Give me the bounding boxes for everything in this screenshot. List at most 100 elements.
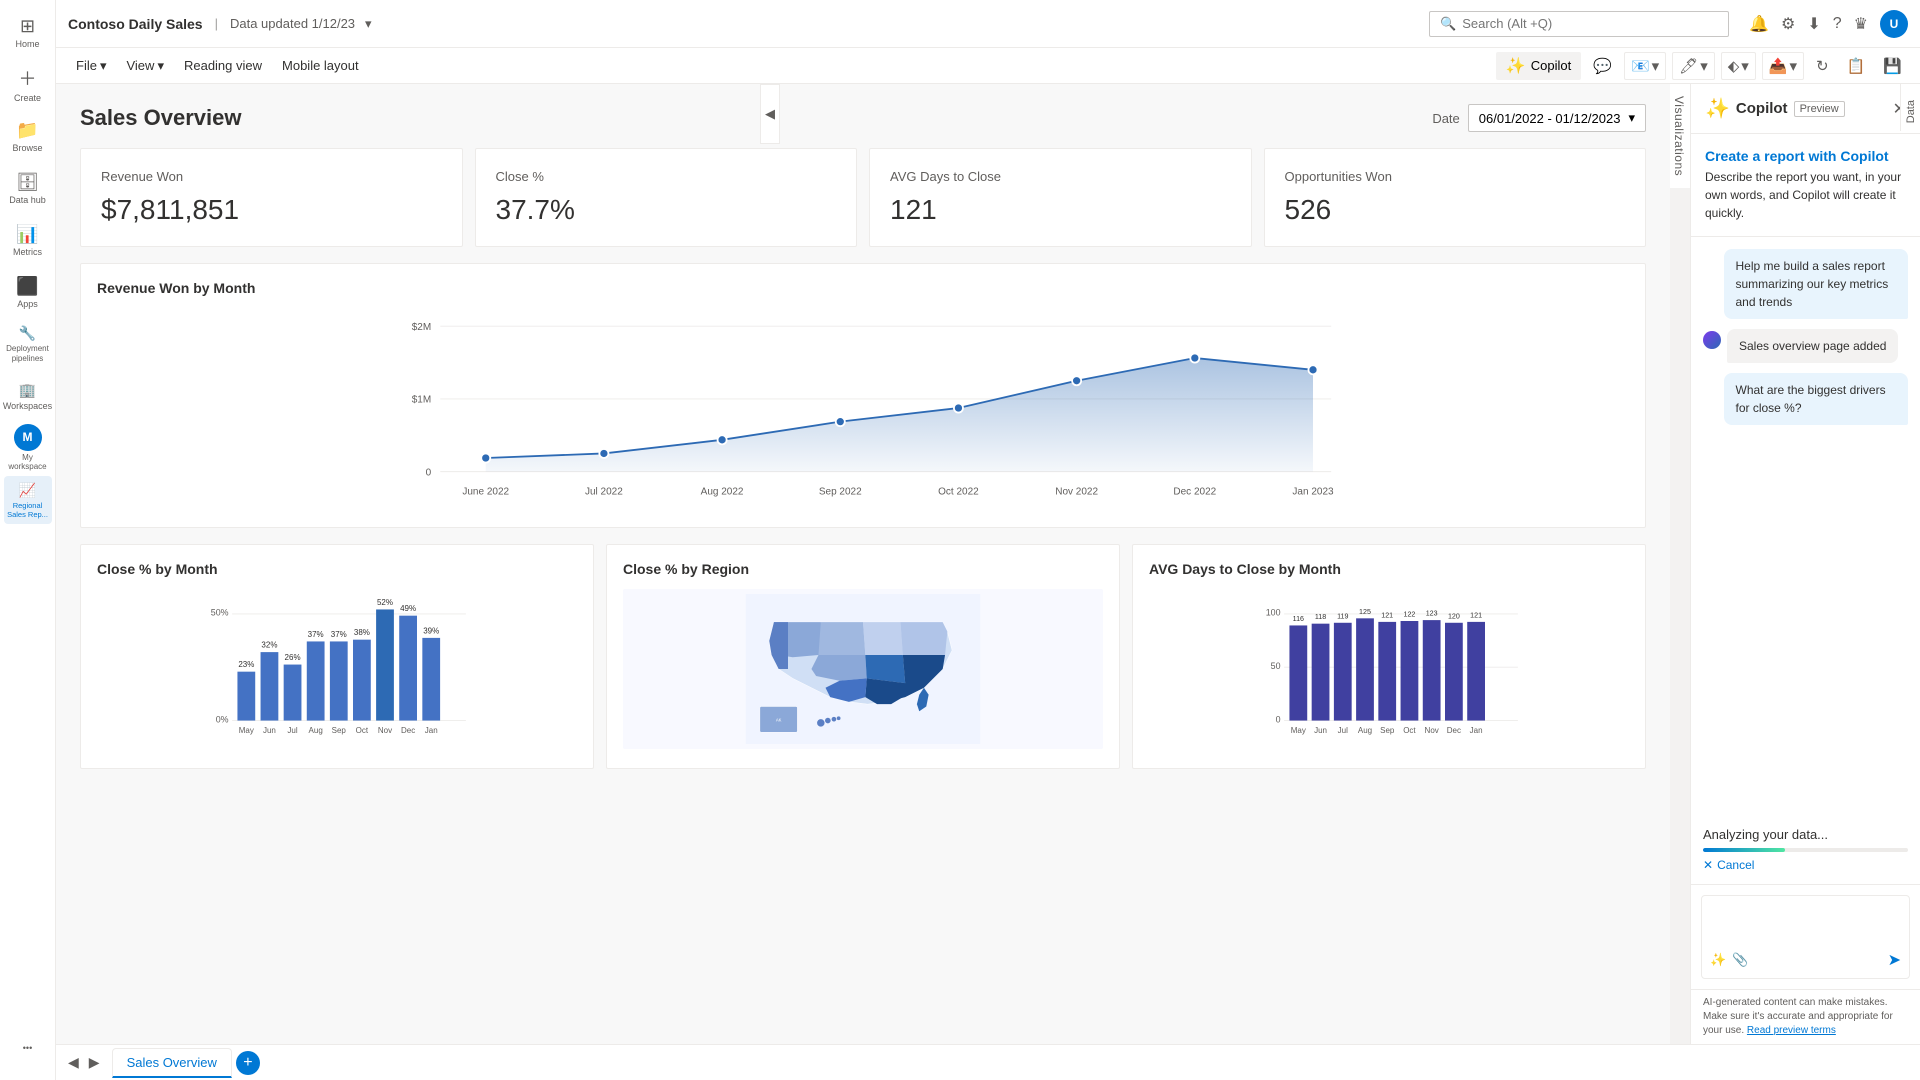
svg-text:123: 123 <box>1426 610 1438 618</box>
svg-text:May: May <box>1291 726 1306 735</box>
tab-sales-overview[interactable]: Sales Overview <box>112 1048 232 1078</box>
data-updated-chevron[interactable]: ▾ <box>365 16 372 32</box>
save-icon[interactable]: 💾 <box>1877 53 1908 79</box>
download-icon[interactable]: ⬇ <box>1807 14 1820 34</box>
sidebar-item-create[interactable]: ＋ Create <box>4 60 52 108</box>
subscribe-icon: 📧 <box>1631 57 1650 75</box>
avg-days-chart: 100 50 0 116 May 118 Jun 119 Jul <box>1149 589 1629 749</box>
date-chevron-icon: ▾ <box>1628 110 1635 126</box>
search-input[interactable] <box>1462 16 1718 31</box>
sidebar-item-home[interactable]: ⊞ Home <box>4 8 52 56</box>
svg-text:Jan 2023: Jan 2023 <box>1292 486 1334 497</box>
annotate-chevron: ▾ <box>1700 57 1708 75</box>
file-chevron: ▾ <box>100 58 107 74</box>
kpi-row: Revenue Won $7,811,851 Close % 37.7% AVG… <box>80 148 1646 247</box>
cancel-icon: ✕ <box>1703 858 1713 872</box>
copilot-toggle-btn[interactable]: ✨ Copilot <box>1496 52 1581 80</box>
data-tab[interactable]: Data <box>1901 92 1920 131</box>
analyzing-section: Analyzing your data... ✕ Cancel <box>1691 823 1920 884</box>
svg-text:49%: 49% <box>400 604 416 613</box>
sidebar-item-metrics[interactable]: 📊 Metrics <box>4 216 52 264</box>
embed-chevron: ▾ <box>1741 57 1749 75</box>
view-menu[interactable]: View▾ <box>118 54 171 78</box>
revenue-line-chart: $2M $1M 0 June 2022 Jul 2022 Aug 2022 Se… <box>97 308 1629 508</box>
svg-text:Dec 2022: Dec 2022 <box>1173 486 1216 497</box>
avatar: M <box>14 424 42 451</box>
kpi-label-avgdays: AVG Days to Close <box>890 169 1231 184</box>
ai-avatar-icon <box>1703 331 1721 349</box>
export-btn[interactable]: 📤▾ <box>1762 52 1804 80</box>
svg-text:Jan: Jan <box>425 726 438 735</box>
crown-icon[interactable]: ♛ <box>1854 14 1868 34</box>
embed-btn[interactable]: ⬖▾ <box>1721 52 1756 80</box>
sidebar-label-create: Create <box>14 93 41 103</box>
svg-text:Nov: Nov <box>378 726 392 735</box>
sidebar-item-workspaces[interactable]: 🏢 Workspaces <box>4 372 52 420</box>
export-icon: 📤 <box>1769 57 1788 75</box>
sidebar-label-home: Home <box>15 39 39 49</box>
chevron-left-icon: ◀ <box>765 106 775 122</box>
date-label: Date <box>1432 111 1459 126</box>
kpi-card-close[interactable]: Close % 37.7% <box>475 148 858 247</box>
more-icon: ••• <box>23 1043 32 1053</box>
notification-icon[interactable]: 🔔 <box>1749 14 1769 34</box>
disclaimer-link[interactable]: Read preview terms <box>1747 1025 1836 1036</box>
create-icon: ＋ <box>19 65 37 91</box>
kpi-card-opps[interactable]: Opportunities Won 526 <box>1264 148 1647 247</box>
sidebar-item-more[interactable]: ••• <box>4 1024 52 1072</box>
toolbar2: File▾ View▾ Reading view Mobile layout ✨… <box>56 48 1920 84</box>
us-map: AK <box>623 589 1103 749</box>
sparkle-icon[interactable]: ✨ <box>1710 952 1726 968</box>
sidebar-item-regional[interactable]: 📈 RegionalSales Rep... <box>4 476 52 524</box>
add-tab-icon: + <box>243 1054 252 1072</box>
cancel-btn[interactable]: ✕ Cancel <box>1703 858 1908 872</box>
reading-view-btn[interactable]: Reading view <box>176 54 270 77</box>
kpi-card-revenue[interactable]: Revenue Won $7,811,851 <box>80 148 463 247</box>
add-tab-btn[interactable]: + <box>236 1051 260 1075</box>
view-chevron: ▾ <box>157 58 164 74</box>
send-icon[interactable]: ➤ <box>1888 950 1901 970</box>
visualizations-tab[interactable]: Visualizations <box>1667 84 1690 188</box>
date-selector[interactable]: 06/01/2022 - 01/12/2023 ▾ <box>1468 104 1646 132</box>
sidebar-item-deployment[interactable]: 🔧 Deploymentpipelines <box>4 320 52 368</box>
kpi-card-avgdays[interactable]: AVG Days to Close 121 <box>869 148 1252 247</box>
copy-icon[interactable]: 📋 <box>1841 53 1872 79</box>
help-icon[interactable]: ? <box>1833 15 1842 33</box>
tab-next-btn[interactable]: ▶ <box>85 1052 104 1073</box>
kpi-label-revenue: Revenue Won <box>101 169 442 184</box>
tab-prev-btn[interactable]: ◀ <box>64 1052 83 1073</box>
copilot-input-text[interactable] <box>1710 904 1901 944</box>
export-chevron: ▾ <box>1790 57 1798 75</box>
sidebar-item-apps[interactable]: ⬛ Apps <box>4 268 52 316</box>
user-avatar[interactable]: U <box>1880 10 1908 38</box>
copilot-create-desc: Describe the report you want, in your ow… <box>1705 168 1906 222</box>
sidebar-item-browse[interactable]: 📁 Browse <box>4 112 52 160</box>
svg-text:100: 100 <box>1266 608 1281 618</box>
refresh-icon[interactable]: ↻ <box>1810 53 1835 79</box>
sidebar-label-datahub: Data hub <box>9 195 46 205</box>
copilot-btn-label: Copilot <box>1531 58 1571 73</box>
svg-text:52%: 52% <box>377 598 393 607</box>
sidebar-item-myworkspace[interactable]: M Myworkspace <box>4 424 52 472</box>
tab-bar: ◀ ▶ Sales Overview + <box>56 1044 1920 1080</box>
collapse-chevron[interactable]: ◀ <box>760 84 780 144</box>
settings-icon[interactable]: ⚙ <box>1781 14 1795 34</box>
file-menu[interactable]: File▾ <box>68 54 114 78</box>
annotate-btn[interactable]: 🖊▾ <box>1672 52 1715 80</box>
copilot-panel: ✨ Copilot Preview ✕ Create a report with… <box>1690 84 1920 1044</box>
search-box[interactable]: 🔍 <box>1429 11 1729 37</box>
sidebar-item-datahub[interactable]: 🗄 Data hub <box>4 164 52 212</box>
mobile-layout-btn[interactable]: Mobile layout <box>274 54 367 77</box>
attach-icon[interactable]: 📎 <box>1732 952 1748 968</box>
avg-days-title: AVG Days to Close by Month <box>1149 561 1629 577</box>
subscribe-btn[interactable]: 📧▾ <box>1624 52 1666 80</box>
page-title: Sales Overview <box>80 105 241 131</box>
svg-text:37%: 37% <box>331 630 347 639</box>
us-map-svg: AK <box>623 594 1103 744</box>
comment-icon[interactable]: 💬 <box>1587 53 1618 79</box>
topbar: Contoso Daily Sales | Data updated 1/12/… <box>56 0 1920 48</box>
svg-text:Aug: Aug <box>1358 726 1372 735</box>
svg-text:118: 118 <box>1315 613 1326 621</box>
copilot-create-title: Create a report with Copilot <box>1705 148 1906 164</box>
svg-text:120: 120 <box>1448 612 1460 620</box>
